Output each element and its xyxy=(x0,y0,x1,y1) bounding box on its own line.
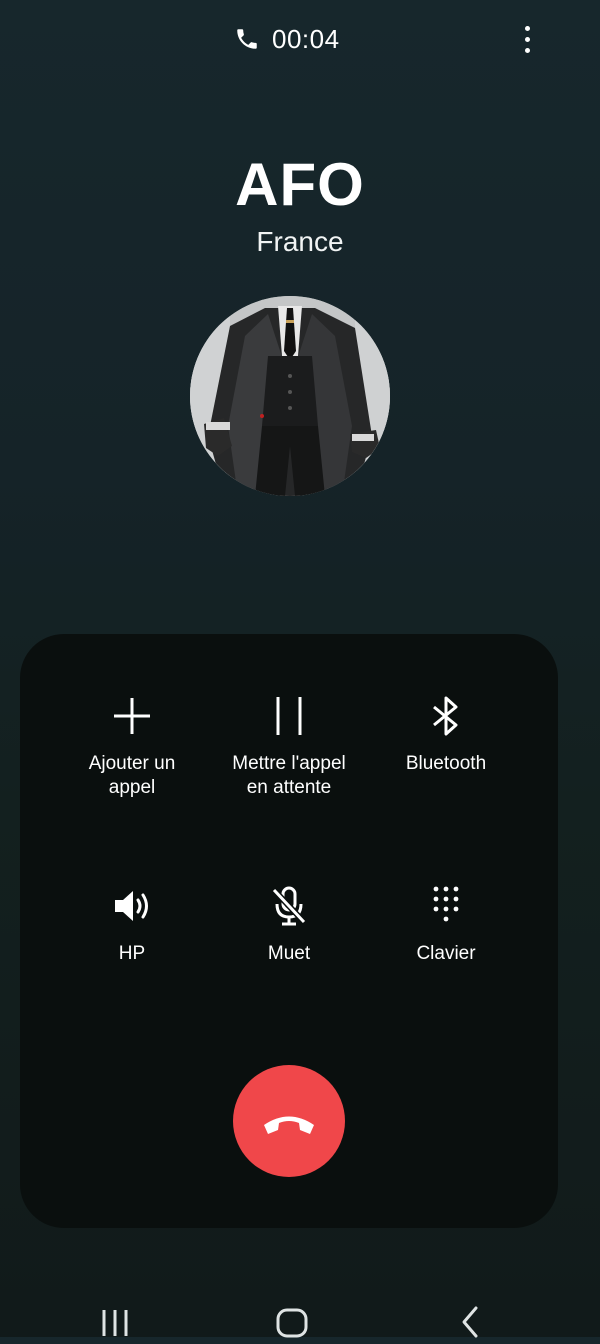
add-call-button[interactable]: Ajouter un appel xyxy=(52,694,212,800)
call-controls-panel: Ajouter un appel Mettre l'appel en atten… xyxy=(20,634,558,1228)
keypad-label: Clavier xyxy=(416,943,476,964)
back-button[interactable] xyxy=(450,1304,490,1344)
hold-call-button[interactable]: Mettre l'appel en attente xyxy=(209,694,369,800)
mute-label: Muet xyxy=(267,943,311,964)
add-call-label: Ajouter un appel xyxy=(88,753,176,798)
contact-location: France xyxy=(256,226,344,257)
contact-avatar xyxy=(190,296,390,496)
call-status-bar: 00:04 xyxy=(0,22,600,56)
hold-call-label: Mettre l'appel en attente xyxy=(232,753,346,798)
avatar-image xyxy=(190,296,390,496)
keypad-button[interactable]: Clavier xyxy=(366,884,526,966)
bluetooth-icon xyxy=(433,696,458,736)
end-call-icon xyxy=(264,1116,314,1134)
more-vertical-icon xyxy=(524,25,530,31)
plus-icon xyxy=(114,698,150,734)
contact-name: AFO xyxy=(235,151,365,218)
call-duration: 00:04 xyxy=(272,24,340,54)
end-call-button[interactable] xyxy=(233,1065,345,1177)
home-icon xyxy=(276,1308,308,1338)
speaker-icon xyxy=(115,891,148,921)
mic-off-icon xyxy=(271,886,307,926)
call-timer: 00:04 xyxy=(234,24,340,54)
speaker-button[interactable]: HP xyxy=(52,884,212,966)
bluetooth-button[interactable]: Bluetooth xyxy=(366,694,526,776)
bluetooth-label: Bluetooth xyxy=(405,753,487,774)
more-options-button[interactable] xyxy=(514,22,540,56)
keypad-icon xyxy=(433,886,459,922)
pause-icon xyxy=(276,697,302,735)
phone-icon xyxy=(237,29,257,49)
speaker-label: HP xyxy=(118,943,146,964)
back-icon xyxy=(462,1306,478,1338)
mute-button[interactable]: Muet xyxy=(209,884,369,966)
home-button[interactable] xyxy=(272,1304,312,1344)
system-navigation-bar xyxy=(0,1290,600,1338)
recents-button[interactable] xyxy=(95,1304,135,1344)
recents-icon xyxy=(102,1310,128,1336)
